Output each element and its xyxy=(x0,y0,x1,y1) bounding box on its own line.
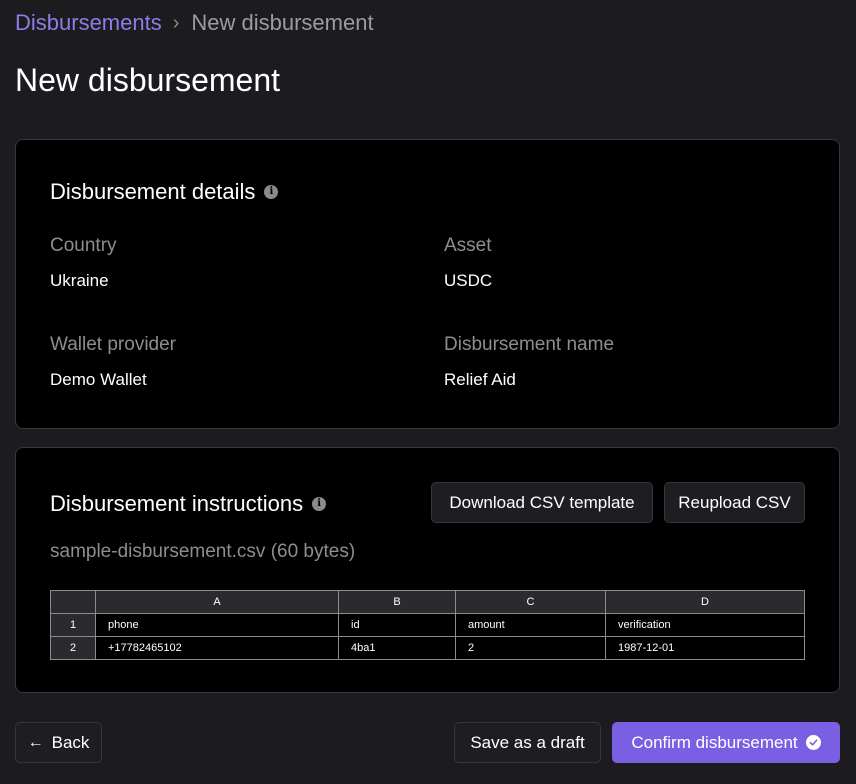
back-button-label: Back xyxy=(51,732,90,752)
table-cell: 4ba1 xyxy=(338,636,456,660)
breadcrumb: Disbursements › New disbursement xyxy=(15,9,374,37)
save-draft-button[interactable]: Save as a draft xyxy=(454,722,601,763)
country-field: Country Ukraine xyxy=(50,234,117,292)
column-header: C xyxy=(455,590,606,614)
table-cell: phone xyxy=(95,613,339,637)
check-circle-icon xyxy=(805,735,821,750)
disbursement-instructions-card: Disbursement instructions i Download CSV… xyxy=(15,447,840,693)
instructions-heading: Disbursement instructions i xyxy=(50,490,327,518)
confirm-button-label: Confirm disbursement xyxy=(631,732,798,752)
table-cell: 1987-12-01 xyxy=(605,636,805,660)
new-disbursement-page: Disbursements › New disbursement New dis… xyxy=(0,0,856,784)
table-cell: id xyxy=(338,613,456,637)
file-info: sample-disbursement.csv (60 bytes) xyxy=(50,541,356,562)
info-icon[interactable]: i xyxy=(312,497,327,511)
column-header: D xyxy=(605,590,805,614)
breadcrumb-link-disbursements[interactable]: Disbursements xyxy=(15,9,162,37)
disbursement-name-field: Disbursement name Relief Aid xyxy=(444,333,614,391)
country-label: Country xyxy=(50,235,117,256)
country-value: Ukraine xyxy=(50,271,109,290)
disbursement-details-card: Disbursement details i Country Ukraine A… xyxy=(15,139,840,429)
details-heading: Disbursement details i xyxy=(50,178,279,206)
csv-preview-table: A B C D 1 phone id amount verification 2… xyxy=(50,590,805,660)
wallet-provider-value: Demo Wallet xyxy=(50,370,147,389)
instructions-heading-text: Disbursement instructions xyxy=(50,491,304,516)
details-heading-text: Disbursement details xyxy=(50,179,256,204)
chevron-right-icon: › xyxy=(172,12,180,34)
corner-cell xyxy=(50,590,96,614)
wallet-provider-label: Wallet provider xyxy=(50,334,177,355)
row-number: 2 xyxy=(50,636,96,660)
breadcrumb-current: New disbursement xyxy=(191,10,374,35)
asset-label: Asset xyxy=(444,235,492,256)
table-cell: verification xyxy=(605,613,805,637)
disbursement-name-value: Relief Aid xyxy=(444,370,516,389)
page-title: New disbursement xyxy=(15,62,280,98)
confirm-disbursement-button[interactable]: Confirm disbursement xyxy=(612,722,840,763)
reupload-csv-button[interactable]: Reupload CSV xyxy=(664,482,805,523)
table-cell: +17782465102 xyxy=(95,636,339,660)
download-csv-template-button[interactable]: Download CSV template xyxy=(431,482,653,523)
table-cell: amount xyxy=(455,613,606,637)
table-row: 2 +17782465102 4ba1 2 1987-12-01 xyxy=(50,636,805,660)
table-header-row: A B C D xyxy=(50,590,805,614)
asset-value: USDC xyxy=(444,271,493,290)
disbursement-name-label: Disbursement name xyxy=(444,334,615,355)
asset-field: Asset USDC xyxy=(444,234,492,292)
row-number: 1 xyxy=(50,613,96,637)
column-header: B xyxy=(338,590,456,614)
info-icon[interactable]: i xyxy=(264,185,279,199)
table-cell: 2 xyxy=(455,636,606,660)
column-header: A xyxy=(95,590,339,614)
wallet-provider-field: Wallet provider Demo Wallet xyxy=(50,333,176,391)
table-row: 1 phone id amount verification xyxy=(50,613,805,637)
arrow-left-icon: ← xyxy=(27,733,44,751)
back-button[interactable]: ← Back xyxy=(15,722,102,763)
